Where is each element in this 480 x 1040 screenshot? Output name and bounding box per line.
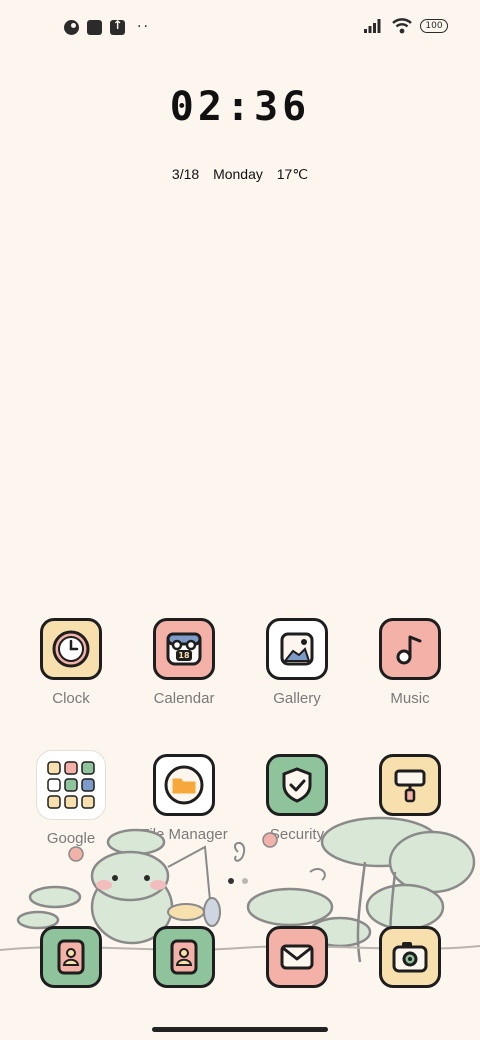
app-calendar[interactable]: 18 Calendar — [129, 618, 239, 707]
app-gallery[interactable]: Gallery — [242, 618, 352, 707]
theme-icon — [64, 19, 79, 35]
app-label: Clock — [52, 690, 90, 707]
music-icon — [379, 618, 441, 680]
clock-widget-time[interactable]: 02:36 — [0, 84, 480, 130]
app-label: Calendar — [153, 690, 215, 707]
status-right-icons: 100 — [364, 18, 448, 34]
calendar-icon: 18 — [153, 618, 215, 680]
app-music[interactable]: Music — [355, 618, 465, 707]
upload-icon — [110, 18, 125, 35]
dock-app-camera[interactable] — [355, 926, 465, 988]
mail-icon — [266, 926, 328, 988]
stop-icon — [87, 19, 102, 35]
battery-icon: 100 — [420, 19, 448, 33]
contacts-icon — [153, 926, 215, 988]
dock-app-contacts-2[interactable] — [129, 926, 239, 988]
temperature-text: 17℃ — [276, 166, 309, 182]
app-label: Music — [390, 690, 430, 707]
dock-app-mail[interactable] — [242, 926, 352, 988]
shield-icon — [266, 754, 328, 816]
page-indicator[interactable] — [228, 878, 248, 884]
camera-icon — [379, 926, 441, 988]
clock-widget-date[interactable]: 3/18 Monday 17℃ — [0, 166, 480, 183]
gesture-navigation-bar[interactable] — [152, 1027, 328, 1032]
dock-app-contacts[interactable] — [16, 926, 126, 988]
gallery-icon — [266, 618, 328, 680]
page-dot — [242, 878, 248, 884]
wifi-icon — [392, 18, 412, 34]
app-label: Gallery — [273, 690, 321, 707]
status-bar: ·· 100 — [0, 0, 480, 56]
more-dots-icon: ·· — [137, 19, 150, 35]
signal-icon — [364, 19, 381, 33]
google-folder-icon — [36, 750, 106, 820]
app-clock[interactable]: Clock — [16, 618, 126, 707]
status-left-icons: ·· — [64, 18, 150, 35]
date-text: 3/18 — [171, 166, 200, 182]
page-dot-active — [228, 878, 234, 884]
clock-icon — [40, 618, 102, 680]
weekday-text: Monday — [213, 166, 263, 182]
contacts-icon — [40, 926, 102, 988]
paint-brush-icon — [379, 754, 441, 816]
folder-icon — [153, 754, 215, 816]
calendar-day: 18 — [178, 651, 190, 660]
